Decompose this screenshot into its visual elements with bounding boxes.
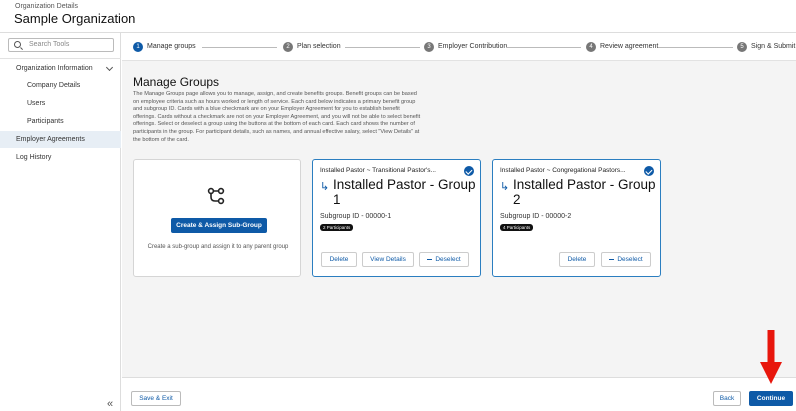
step-number: 1 xyxy=(133,42,143,52)
continue-button[interactable]: Continue xyxy=(749,391,793,406)
step-connector xyxy=(345,47,420,48)
sidebar-item-label: Log History xyxy=(16,154,52,161)
sidebar-item-label: Participants xyxy=(27,118,64,125)
minus-icon xyxy=(427,258,433,260)
deselect-button[interactable]: Deselect xyxy=(601,252,651,267)
page-title: Sample Organization xyxy=(14,11,136,26)
group-name: Installed Pastor - Group 1 xyxy=(333,177,476,207)
step-connector xyxy=(658,47,733,48)
search-placeholder: Search Tools xyxy=(29,41,70,48)
subgroup-arrow-icon: ↳ xyxy=(320,181,330,193)
step-label: Manage groups xyxy=(147,43,196,50)
sidebar-divider xyxy=(0,58,121,59)
search-icon xyxy=(14,41,21,48)
footer-bar: Save & Exit Back Continue xyxy=(122,377,796,411)
sidebar-item-label: Users xyxy=(27,100,46,107)
group-card: Installed Pastor ~ Congregational Pastor… xyxy=(492,159,661,277)
delete-button[interactable]: Delete xyxy=(321,252,357,267)
sidebar-item-employer-agreements[interactable]: Employer Agreements xyxy=(0,131,121,148)
create-subgroup-help: Create a sub-group and assign it to any … xyxy=(147,244,289,250)
search-input[interactable]: Search Tools xyxy=(8,38,114,52)
page-header: Organization Details Sample Organization xyxy=(0,0,796,33)
step-label: Plan selection xyxy=(297,43,341,50)
minus-icon xyxy=(609,258,615,260)
step-label: Sign & Submit xyxy=(751,43,796,50)
sidebar-item-label: Company Details xyxy=(27,82,81,89)
create-assign-subgroup-button[interactable]: Create & Assign Sub-Group xyxy=(171,218,267,233)
page-subtitle: Organization Details xyxy=(15,3,79,10)
group-card-header: Installed Pastor ~ Transitional Pastor's… xyxy=(320,167,436,174)
sidebar-item-company-details[interactable]: Company Details xyxy=(0,77,121,94)
deselect-label: Deselect xyxy=(617,256,643,263)
subgroup-id: Subgroup ID - 00000-2 xyxy=(500,213,572,220)
delete-button[interactable]: Delete xyxy=(559,252,595,267)
participants-badge: 4 Participants xyxy=(500,224,534,231)
group-card-header: Installed Pastor ~ Congregational Pastor… xyxy=(500,167,626,174)
step-number: 5 xyxy=(737,42,747,52)
sidebar-item-participants[interactable]: Participants xyxy=(0,113,121,130)
step-connector xyxy=(506,47,581,48)
step-connector xyxy=(202,47,277,48)
participants-badge: 2 Participants xyxy=(320,224,354,231)
section-title: Manage Groups xyxy=(133,75,220,89)
page: Organization Details Sample Organization… xyxy=(0,0,796,411)
sidebar-item-users[interactable]: Users xyxy=(0,95,121,112)
step-number: 4 xyxy=(586,42,596,52)
subgroup-icon xyxy=(207,187,225,205)
checkmark-icon xyxy=(464,166,474,176)
group-name: Installed Pastor - Group 2 xyxy=(513,177,656,207)
deselect-label: Deselect xyxy=(435,256,461,263)
create-subgroup-card: Create & Assign Sub-Group Create a sub-g… xyxy=(133,159,301,277)
sidebar-item-organization-information[interactable]: Organization Information xyxy=(0,60,121,77)
back-button[interactable]: Back xyxy=(713,391,741,406)
step-label: Employer Contribution xyxy=(438,43,508,50)
subgroup-id: Subgroup ID - 00000-1 xyxy=(320,213,392,220)
annotation-arrow-icon xyxy=(760,330,782,384)
step-label: Review agreement xyxy=(600,43,659,50)
view-details-button[interactable]: View Details xyxy=(362,252,414,267)
sidebar-item-log-history[interactable]: Log History xyxy=(0,149,121,166)
checkmark-icon xyxy=(644,166,654,176)
step-number: 3 xyxy=(424,42,434,52)
chevron-down-icon xyxy=(105,63,114,72)
save-exit-button[interactable]: Save & Exit xyxy=(131,391,181,406)
deselect-button[interactable]: Deselect xyxy=(419,252,469,267)
sidebar: Search Tools Organization Information Co… xyxy=(0,33,121,411)
collapse-sidebar-icon[interactable]: « xyxy=(107,399,113,410)
section-description: The Manage Groups page allows you to man… xyxy=(133,91,421,143)
sidebar-item-label: Organization Information xyxy=(16,65,93,72)
step-number: 2 xyxy=(283,42,293,52)
main-content: 1 Manage groups 2 Plan selection 3 Emplo… xyxy=(122,33,796,377)
sidebar-item-label: Employer Agreements xyxy=(16,136,85,143)
progress-stepper: 1 Manage groups 2 Plan selection 3 Emplo… xyxy=(122,33,796,61)
subgroup-arrow-icon: ↳ xyxy=(500,181,510,193)
group-card: Installed Pastor ~ Transitional Pastor's… xyxy=(312,159,481,277)
